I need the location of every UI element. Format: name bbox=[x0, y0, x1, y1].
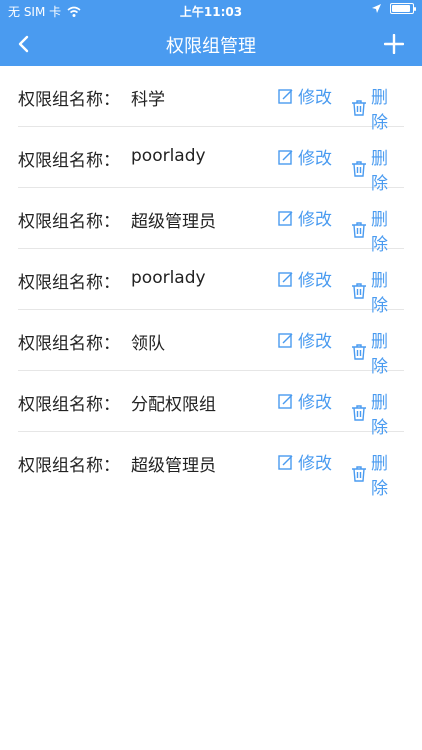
status-bar: 无 SIM 卡 上午11:03 bbox=[0, 0, 422, 22]
group-name-value: poorlady bbox=[131, 146, 206, 166]
group-name-label: 权限组名称： bbox=[18, 395, 120, 415]
trash-icon bbox=[350, 282, 368, 300]
group-name-value: 科学 bbox=[131, 90, 165, 110]
battery-icon bbox=[390, 3, 416, 14]
edit-icon bbox=[277, 453, 295, 471]
group-name-label: 权限组名称： bbox=[18, 273, 120, 293]
trash-icon bbox=[350, 343, 368, 361]
trash-icon bbox=[350, 221, 368, 239]
group-name-label: 权限组名称： bbox=[18, 151, 120, 171]
list-item: 权限组名称： poorlady 修改 删除 bbox=[18, 127, 404, 194]
delete-label: 删除 bbox=[371, 271, 388, 316]
add-group-button[interactable] bbox=[380, 30, 408, 58]
delete-button[interactable]: 删除 bbox=[350, 327, 404, 377]
list-item: 权限组名称： 超级管理员 修改 删除 bbox=[18, 188, 404, 255]
group-name-value: 分配权限组 bbox=[131, 395, 216, 415]
trash-icon bbox=[350, 404, 368, 422]
edit-button[interactable]: 修改 bbox=[277, 144, 332, 169]
edit-button[interactable]: 修改 bbox=[277, 327, 332, 352]
status-time: 上午11:03 bbox=[179, 5, 243, 19]
edit-label: 修改 bbox=[298, 149, 332, 169]
trash-icon bbox=[350, 465, 368, 483]
delete-button[interactable]: 删除 bbox=[350, 266, 404, 316]
edit-label: 修改 bbox=[298, 210, 332, 230]
delete-button[interactable]: 删除 bbox=[350, 205, 404, 255]
list-item: 权限组名称： 超级管理员 修改 删除 bbox=[18, 432, 404, 499]
edit-button[interactable]: 修改 bbox=[277, 205, 332, 230]
group-name-label: 权限组名称： bbox=[18, 456, 120, 476]
group-name-value: poorlady bbox=[131, 268, 206, 288]
delete-label: 删除 bbox=[371, 393, 388, 438]
edit-label: 修改 bbox=[298, 88, 332, 108]
list-item: 权限组名称： 分配权限组 修改 删除 bbox=[18, 371, 404, 438]
delete-label: 删除 bbox=[371, 88, 388, 133]
edit-button[interactable]: 修改 bbox=[277, 388, 332, 413]
edit-icon bbox=[277, 270, 295, 288]
edit-icon bbox=[277, 331, 295, 349]
trash-icon bbox=[350, 160, 368, 178]
page-title: 权限组管理 bbox=[166, 36, 256, 57]
edit-icon bbox=[277, 148, 295, 166]
edit-label: 修改 bbox=[298, 393, 332, 413]
plus-icon bbox=[384, 34, 404, 54]
group-name-label: 权限组名称： bbox=[18, 334, 120, 354]
edit-label: 修改 bbox=[298, 454, 332, 474]
delete-label: 删除 bbox=[371, 454, 388, 499]
edit-label: 修改 bbox=[298, 332, 332, 352]
group-name-value: 超级管理员 bbox=[131, 456, 216, 476]
edit-button[interactable]: 修改 bbox=[277, 83, 332, 108]
group-name-value: 领队 bbox=[131, 334, 165, 354]
list-item: 权限组名称： poorlady 修改 删除 bbox=[18, 249, 404, 316]
permission-group-list: 权限组名称： 科学 修改 删除 权限组名称： poorlady 修改 删除 权限… bbox=[0, 66, 422, 499]
delete-button[interactable]: 删除 bbox=[350, 388, 404, 438]
edit-icon bbox=[277, 87, 295, 105]
edit-label: 修改 bbox=[298, 271, 332, 291]
delete-button[interactable]: 删除 bbox=[350, 144, 404, 194]
edit-icon bbox=[277, 392, 295, 410]
group-name-label: 权限组名称： bbox=[18, 212, 120, 232]
status-right bbox=[371, 3, 416, 14]
delete-label: 删除 bbox=[371, 210, 388, 255]
edit-icon bbox=[277, 209, 295, 227]
delete-label: 删除 bbox=[371, 149, 388, 194]
delete-label: 删除 bbox=[371, 332, 388, 377]
header-bar: 无 SIM 卡 上午11:03 权限组管理 bbox=[0, 0, 422, 66]
delete-button[interactable]: 删除 bbox=[350, 449, 404, 499]
list-item: 权限组名称： 领队 修改 删除 bbox=[18, 310, 404, 377]
trash-icon bbox=[350, 99, 368, 117]
list-item: 权限组名称： 科学 修改 删除 bbox=[18, 66, 404, 133]
nav-bar: 权限组管理 bbox=[0, 22, 422, 66]
location-icon bbox=[371, 3, 382, 14]
delete-button[interactable]: 删除 bbox=[350, 83, 404, 133]
edit-button[interactable]: 修改 bbox=[277, 449, 332, 474]
group-name-label: 权限组名称： bbox=[18, 90, 120, 110]
group-name-value: 超级管理员 bbox=[131, 212, 216, 232]
edit-button[interactable]: 修改 bbox=[277, 266, 332, 291]
